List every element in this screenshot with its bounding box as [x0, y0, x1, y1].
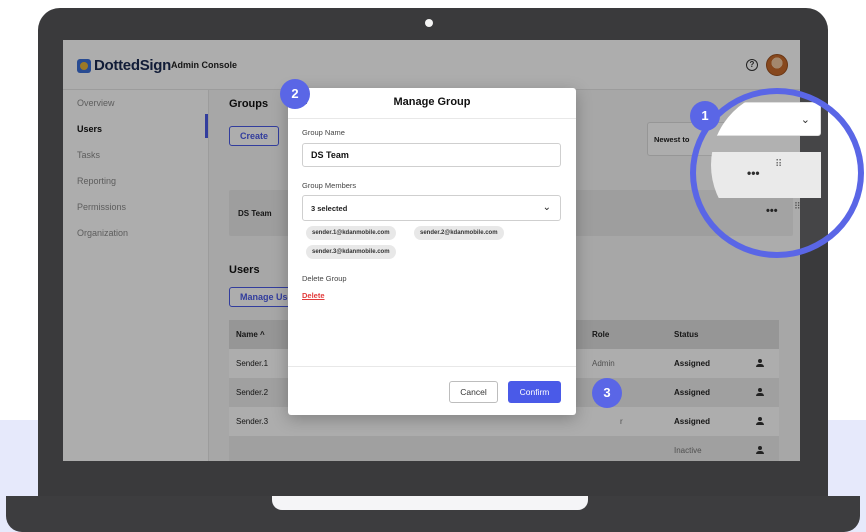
cancel-button[interactable]: Cancel [449, 381, 498, 403]
divider [288, 366, 576, 367]
group-name-label: Group Name [302, 128, 345, 137]
manage-group-dialog: X Manage Group Group Name Group Members … [288, 88, 576, 415]
callout-badge-2: 2 [280, 79, 310, 109]
laptop-notch [272, 496, 588, 510]
callout-badge-1: 1 [690, 101, 720, 131]
member-chip[interactable]: sender.2@kdanmobile.com [414, 226, 504, 240]
member-chip[interactable]: sender.1@kdanmobile.com [306, 226, 396, 240]
camera-dot [425, 19, 433, 27]
confirm-button[interactable]: Confirm [508, 381, 561, 403]
member-chip[interactable]: sender.3@kdanmobile.com [306, 245, 396, 259]
delete-group-label: Delete Group [302, 274, 347, 283]
group-name-input[interactable] [302, 143, 561, 167]
callout-badge-3: 3 [592, 378, 622, 408]
chevron-down-icon: ⌄ [542, 202, 551, 213]
group-members-select[interactable]: 3 selected ⌄ [302, 195, 561, 221]
group-members-label: Group Members [302, 181, 357, 190]
divider [288, 118, 576, 119]
delete-group-link[interactable]: Delete [302, 291, 325, 300]
group-members-value: 3 selected [311, 204, 348, 213]
dialog-title: Manage Group [393, 96, 471, 108]
